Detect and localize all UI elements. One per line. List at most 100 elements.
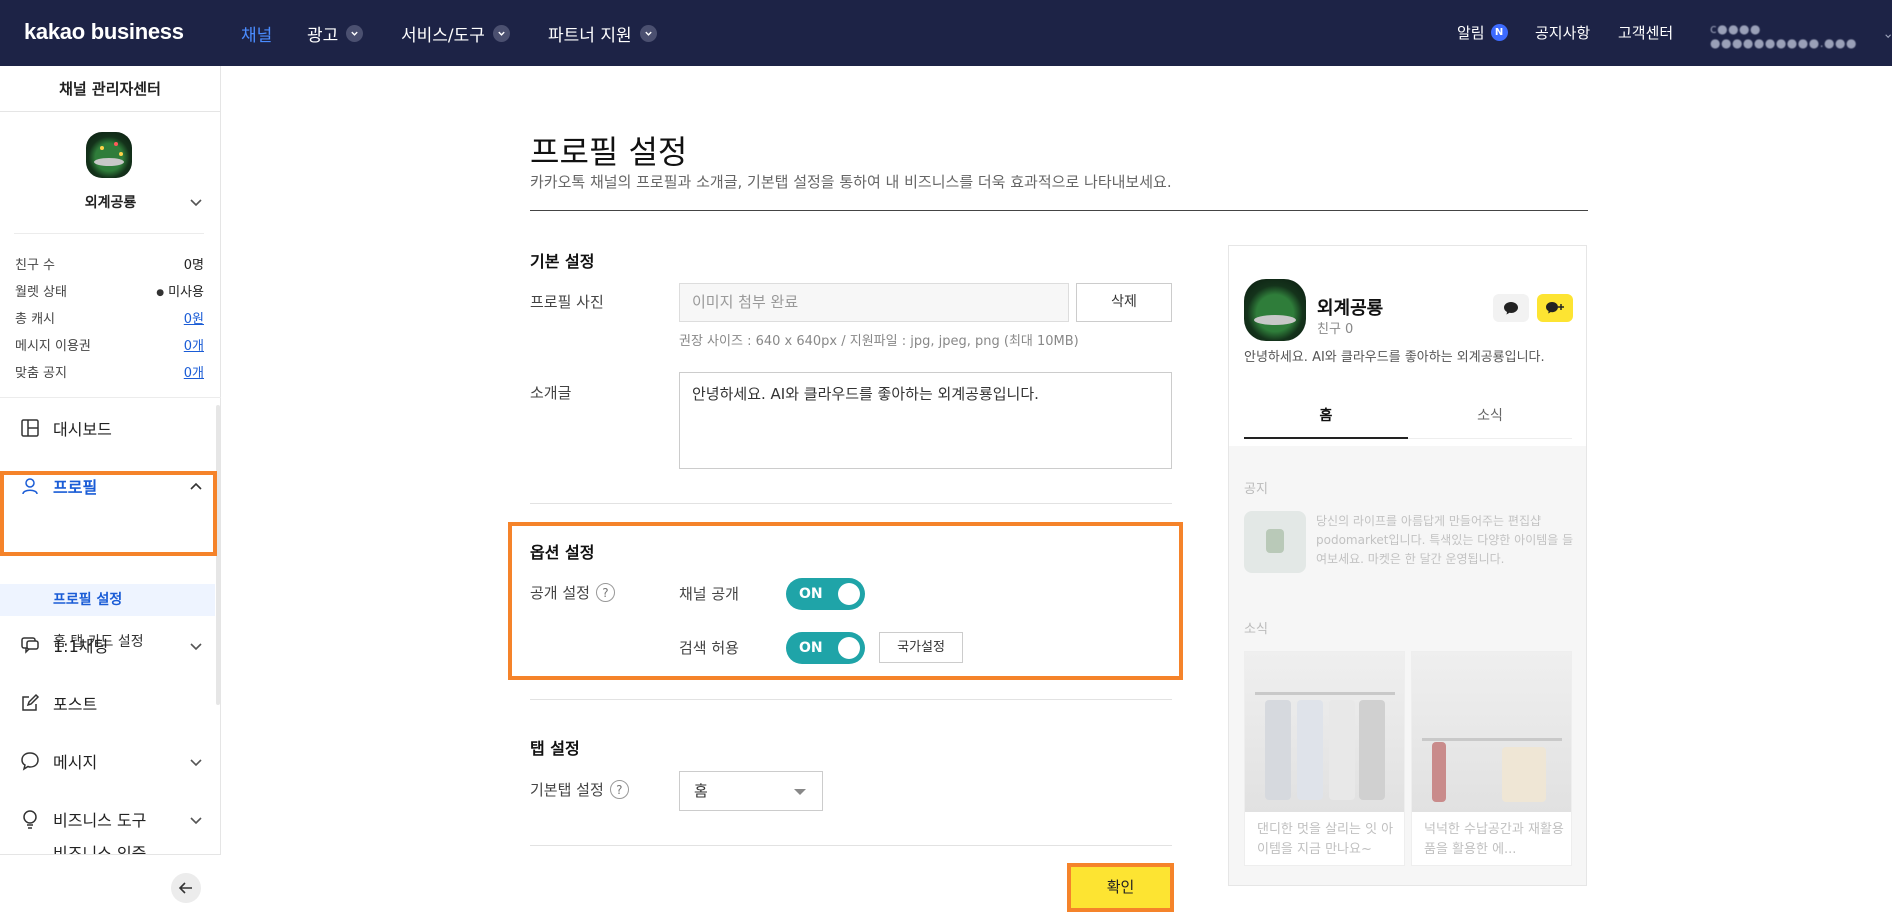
sidebar-footer — [0, 854, 221, 917]
chevron-down-icon — [639, 25, 657, 42]
sidebar-item-partial[interactable]: 비즈니스 인증 — [0, 838, 221, 854]
toggle-state-text: ON — [799, 586, 823, 602]
preview-channel-name: 외계공룡 — [1317, 298, 1384, 319]
nav-services-label: 서비스/도구 — [401, 26, 485, 46]
divider — [530, 210, 1588, 211]
customer-center-label: 고객센터 — [1618, 24, 1674, 42]
preview-news-card: 넉넉한 수납공간과 재활용품을 활용한 에... — [1411, 651, 1572, 866]
alerts-label: 알림 — [1457, 24, 1485, 42]
preview-tab-news: 소식 — [1477, 408, 1503, 424]
stat-friends: 친구 수 0명 — [15, 254, 204, 273]
sidebar-item-dashboard[interactable]: 대시보드 — [0, 408, 221, 448]
intro-textarea[interactable]: 안녕하세요. AI와 클라우드를 좋아하는 외계공룡입니다. — [679, 372, 1172, 469]
stat-value-link[interactable]: 0개 — [184, 362, 204, 381]
channel-name[interactable]: 외계공룡 — [0, 192, 221, 212]
new-badge: N — [1490, 24, 1508, 41]
sidebar-item-profile[interactable]: 프로필 — [0, 466, 221, 506]
preview-news-image — [1412, 652, 1571, 812]
preview-tabs: 홈 소식 — [1244, 396, 1572, 439]
sidebar-title: 채널 관리자센터 — [0, 66, 220, 112]
divider — [530, 503, 1172, 504]
sidebar-item-message[interactable]: 메시지 — [0, 741, 221, 781]
nav-alerts[interactable]: 알림 N — [1457, 22, 1508, 43]
stat-value-link[interactable]: 0원 — [184, 308, 204, 327]
tab-settings-heading: 탭 설정 — [530, 739, 580, 758]
help-icon[interactable]: ? — [595, 583, 615, 602]
nav-channel[interactable]: 채널 — [241, 21, 272, 46]
option-settings-heading: 옵션 설정 — [530, 543, 595, 562]
nav-services-tools[interactable]: 서비스/도구 — [401, 21, 510, 46]
divider — [530, 845, 1172, 846]
arrow-left-icon — [178, 882, 192, 894]
visibility-label: 공개 설정 ? — [530, 582, 615, 603]
message-bubble-icon — [21, 752, 39, 771]
dashboard-icon — [21, 419, 39, 437]
country-settings-button[interactable]: 국가설정 — [879, 632, 963, 663]
sidebar-item-label: 포스트 — [53, 695, 98, 714]
stat-custom-notice: 맞춤 공지 0개 — [15, 362, 204, 381]
confirm-button[interactable]: 확인 — [1071, 867, 1170, 908]
chevron-down-icon — [190, 759, 202, 767]
sidebar-subitem-profile-settings[interactable]: 프로필 설정 — [0, 584, 215, 616]
preview-avatar — [1244, 279, 1306, 341]
nav-channel-label: 채널 — [241, 26, 273, 46]
chevron-down-icon — [190, 643, 202, 651]
caret-down-icon — [794, 789, 806, 795]
sidebar-item-chat[interactable]: 1:1채팅 — [0, 625, 221, 665]
chevron-down-icon — [492, 25, 510, 42]
sidebar-item-post[interactable]: 포스트 — [0, 683, 221, 723]
default-tab-label: 기본탭 설정 ? — [530, 779, 629, 800]
nav-notices[interactable]: 공지사항 — [1535, 22, 1590, 43]
search-allow-toggle[interactable]: ON — [786, 632, 865, 664]
kakao-business-logo[interactable]: kakao business — [24, 19, 184, 45]
lightbulb-icon — [23, 810, 37, 829]
default-tab-value: 홈 — [694, 782, 708, 800]
nav-customer-center[interactable]: 고객센터 — [1618, 22, 1673, 43]
stat-label: 맞춤 공지 — [15, 366, 67, 381]
notices-label: 공지사항 — [1535, 24, 1591, 42]
intro-label: 소개글 — [530, 382, 571, 403]
sidebar-item-label: 비즈니스 인증 — [53, 844, 147, 854]
top-navigation-bar: kakao business 채널 광고 서비스/도구 파트너 지원 알림 N … — [0, 0, 1892, 66]
preview-tab-home: 홈 — [1244, 396, 1408, 439]
nav-ads-label: 광고 — [307, 26, 339, 46]
sidebar-item-label: 1:1채팅 — [53, 637, 109, 656]
preview-notice-image — [1244, 511, 1306, 573]
divider — [530, 699, 1172, 700]
intro-label-text: 소개글 — [530, 384, 572, 402]
sidebar-item-label: 메시지 — [53, 753, 98, 772]
visibility-label-text: 공개 설정 — [530, 584, 590, 602]
toggle-state-text: ON — [799, 640, 823, 656]
default-tab-select[interactable]: 홈 — [679, 771, 823, 811]
nav-partner-support[interactable]: 파트너 지원 — [548, 21, 657, 46]
chevron-up-icon — [190, 482, 202, 490]
divider — [0, 397, 221, 398]
preview-notice-text: 당신의 라이프를 아름답게 만들어주는 편집샵 podomarket입니다. 특… — [1316, 514, 1574, 566]
chevron-down-icon[interactable] — [189, 195, 203, 209]
account-menu[interactable]: c●●●● ●●●●●●●●●●.●●● — [1710, 22, 1892, 50]
profile-photo-input[interactable]: 이미지 첨부 완료 — [679, 283, 1069, 322]
delete-photo-button[interactable]: 삭제 — [1076, 283, 1172, 322]
stat-value-link[interactable]: 0개 — [184, 335, 204, 354]
sidebar-item-label: 비즈니스 도구 — [53, 811, 147, 830]
preview-news-image — [1245, 652, 1404, 812]
stat-cash: 총 캐시 0원 — [15, 308, 204, 327]
page-subtitle: 카카오톡 채널의 프로필과 소개글, 기본탭 설정을 통하여 내 비즈니스를 더… — [530, 173, 1172, 191]
profile-photo-label: 프로필 사진 — [530, 291, 604, 312]
stat-label: 친구 수 — [15, 258, 56, 273]
collapse-sidebar-button[interactable] — [171, 873, 201, 903]
nav-ads[interactable]: 광고 — [307, 21, 364, 46]
sidebar-item-business-tools[interactable]: 비즈니스 도구 — [0, 799, 221, 839]
stat-message-voucher: 메시지 이용권 0개 — [15, 335, 204, 354]
preview-notice-label: 공지 — [1244, 482, 1268, 497]
chevron-down-icon — [346, 25, 364, 42]
basic-settings-heading: 기본 설정 — [530, 252, 595, 271]
stat-wallet: 월렛 상태 미사용 — [15, 281, 204, 300]
sidebar-item-label: 대시보드 — [53, 420, 112, 439]
channel-public-toggle[interactable]: ON — [786, 578, 865, 610]
help-icon[interactable]: ? — [609, 780, 629, 799]
chevron-down-icon — [1884, 34, 1891, 39]
profile-photo-label-text: 프로필 사진 — [530, 293, 604, 311]
search-allow-label: 검색 허용 — [679, 639, 739, 657]
stat-label: 월렛 상태 — [15, 285, 67, 300]
